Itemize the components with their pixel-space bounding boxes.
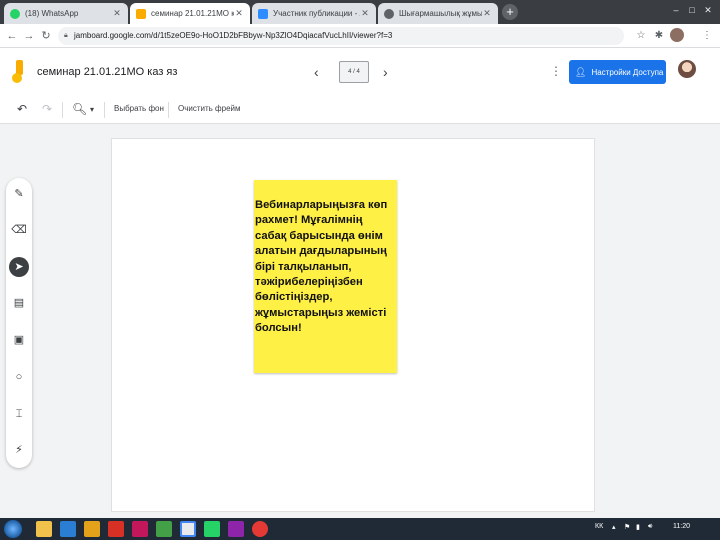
tray-arrow-icon[interactable]: ▴ bbox=[612, 523, 616, 531]
text-box-icon[interactable]: ⌶ bbox=[9, 404, 29, 424]
eraser-icon[interactable]: ⌫ bbox=[9, 220, 29, 240]
jamboard-icon bbox=[136, 8, 146, 19]
extensions-icon[interactable]: ✱ bbox=[652, 29, 666, 43]
flag-icon[interactable]: ⚑ bbox=[624, 523, 630, 531]
address-bar[interactable]: 🔒︎ jamboard.google.com/d/1t5zeOE9o-HoO1D… bbox=[58, 27, 624, 45]
language-indicator[interactable]: КК bbox=[595, 523, 603, 530]
close-window-icon[interactable]: ✕ bbox=[702, 4, 714, 16]
url-text: jamboard.google.com/d/1t5zeOE9o-HoO1D2bF… bbox=[74, 31, 393, 40]
reload-icon[interactable]: ↻ bbox=[39, 29, 53, 43]
person-icon: 👤︎ bbox=[575, 66, 587, 77]
forward-icon[interactable]: → bbox=[22, 29, 36, 43]
tab-title: Шығармашылық жұмыстың бі bbox=[399, 9, 482, 18]
minimize-icon[interactable]: – bbox=[670, 4, 682, 16]
zoom-icon bbox=[258, 8, 268, 19]
clock[interactable]: 11:20 bbox=[673, 523, 690, 530]
jamboard-logo-icon bbox=[12, 60, 23, 83]
sticky-note-icon[interactable]: ▤ bbox=[9, 293, 29, 313]
tab-title: семинар 21.01.21МО каз яз - Google bbox=[151, 9, 234, 18]
viber-icon[interactable] bbox=[228, 521, 244, 537]
whatsapp-icon bbox=[10, 8, 20, 19]
close-icon[interactable]: ✕ bbox=[112, 8, 122, 19]
divider bbox=[62, 102, 63, 118]
tab-whatsapp[interactable]: (18) WhatsApp ✕ bbox=[4, 3, 128, 24]
sticky-note-text: Вебинарларыңызға көп рахмет! Мұғалімнің … bbox=[255, 199, 388, 335]
network-icon[interactable]: ▮ bbox=[636, 523, 640, 531]
maximize-icon[interactable]: □ bbox=[686, 4, 698, 16]
whatsapp-taskbar-icon[interactable] bbox=[204, 521, 220, 537]
new-tab-button[interactable]: + bbox=[502, 4, 518, 20]
browser-tab-strip: (18) WhatsApp ✕ семинар 21.01.21МО каз я… bbox=[0, 0, 720, 24]
zoom-icon[interactable]: 🔍︎ bbox=[72, 102, 87, 116]
close-icon[interactable]: ✕ bbox=[360, 8, 370, 19]
divider bbox=[168, 102, 169, 118]
explorer-icon[interactable] bbox=[84, 521, 100, 537]
windows-taskbar: КК ▴ ⚑ ▮ 🔊︎ 11:20 bbox=[0, 518, 720, 540]
menu-icon[interactable]: ⋮ bbox=[700, 29, 714, 43]
jamboard-toolbar: ↶ ↷ 🔍︎ ▾ Выбрать фон Очистить фрейм bbox=[0, 96, 720, 124]
avatar[interactable] bbox=[678, 60, 696, 78]
undo-icon[interactable]: ↶ bbox=[17, 102, 27, 116]
laser-icon[interactable]: ⚡︎ bbox=[9, 440, 29, 460]
media-icon[interactable] bbox=[132, 521, 148, 537]
clear-frame-button[interactable]: Очистить фрейм bbox=[178, 104, 241, 113]
volume-icon[interactable]: 🔊︎ bbox=[648, 523, 652, 531]
lock-icon: 🔒︎ bbox=[64, 32, 68, 39]
yandex-icon[interactable] bbox=[252, 521, 268, 537]
share-button[interactable]: 👤︎ Настройки Доступа bbox=[569, 60, 666, 84]
image-icon[interactable]: ▣ bbox=[9, 330, 29, 350]
tab-title: (18) WhatsApp bbox=[25, 9, 79, 18]
browser-toolbar: ← → ↻ 🔒︎ jamboard.google.com/d/1t5zeOE9o… bbox=[0, 24, 720, 48]
frame-counter[interactable]: 4 / 4 bbox=[339, 61, 369, 83]
tool-rail: ✎ ⌫ ➤ ▤ ▣ ○ ⌶ ⚡︎ bbox=[6, 178, 32, 468]
divider bbox=[104, 102, 105, 118]
set-background-button[interactable]: Выбрать фон bbox=[114, 104, 164, 113]
pen-icon[interactable]: ✎ bbox=[9, 184, 29, 204]
spreadsheet-icon[interactable] bbox=[156, 521, 172, 537]
document-title[interactable]: семинар 21.01.21МО каз яз bbox=[37, 66, 177, 78]
globe-icon bbox=[384, 8, 394, 19]
share-button-label: Настройки Доступа bbox=[591, 67, 664, 77]
star-icon[interactable]: ☆ bbox=[634, 29, 648, 43]
close-icon[interactable]: ✕ bbox=[482, 8, 492, 19]
app-icon[interactable] bbox=[108, 521, 124, 537]
folder-icon[interactable] bbox=[36, 521, 52, 537]
ie-icon[interactable] bbox=[60, 521, 76, 537]
redo-icon[interactable]: ↷ bbox=[42, 102, 52, 116]
chrome-icon[interactable] bbox=[180, 521, 196, 537]
tab-jamboard[interactable]: семинар 21.01.21МО каз яз - Google ✕ bbox=[130, 3, 250, 24]
back-icon[interactable]: ← bbox=[5, 29, 19, 43]
circle-icon[interactable]: ○ bbox=[9, 367, 29, 387]
jamboard-header: семинар 21.01.21МО каз яз ‹ 4 / 4 › ⋮ 👤︎… bbox=[0, 48, 720, 96]
sticky-note[interactable]: Вебинарларыңызға көп рахмет! Мұғалімнің … bbox=[254, 180, 397, 373]
window-controls: – □ ✕ bbox=[670, 4, 714, 16]
more-options-icon[interactable]: ⋮ bbox=[550, 64, 562, 78]
tab-document[interactable]: Шығармашылық жұмыстың бі ✕ bbox=[378, 3, 498, 24]
next-frame-icon[interactable]: › bbox=[383, 64, 388, 80]
tab-title: Участник публикации - Zoom bbox=[273, 9, 360, 18]
browser-profile-avatar[interactable] bbox=[670, 28, 684, 42]
tab-zoom[interactable]: Участник публикации - Zoom ✕ bbox=[252, 3, 376, 24]
previous-frame-icon[interactable]: ‹ bbox=[314, 64, 319, 80]
select-icon[interactable]: ➤ bbox=[9, 257, 29, 277]
start-icon[interactable] bbox=[4, 520, 22, 538]
chevron-down-icon[interactable]: ▾ bbox=[90, 105, 94, 114]
close-icon[interactable]: ✕ bbox=[234, 8, 244, 19]
